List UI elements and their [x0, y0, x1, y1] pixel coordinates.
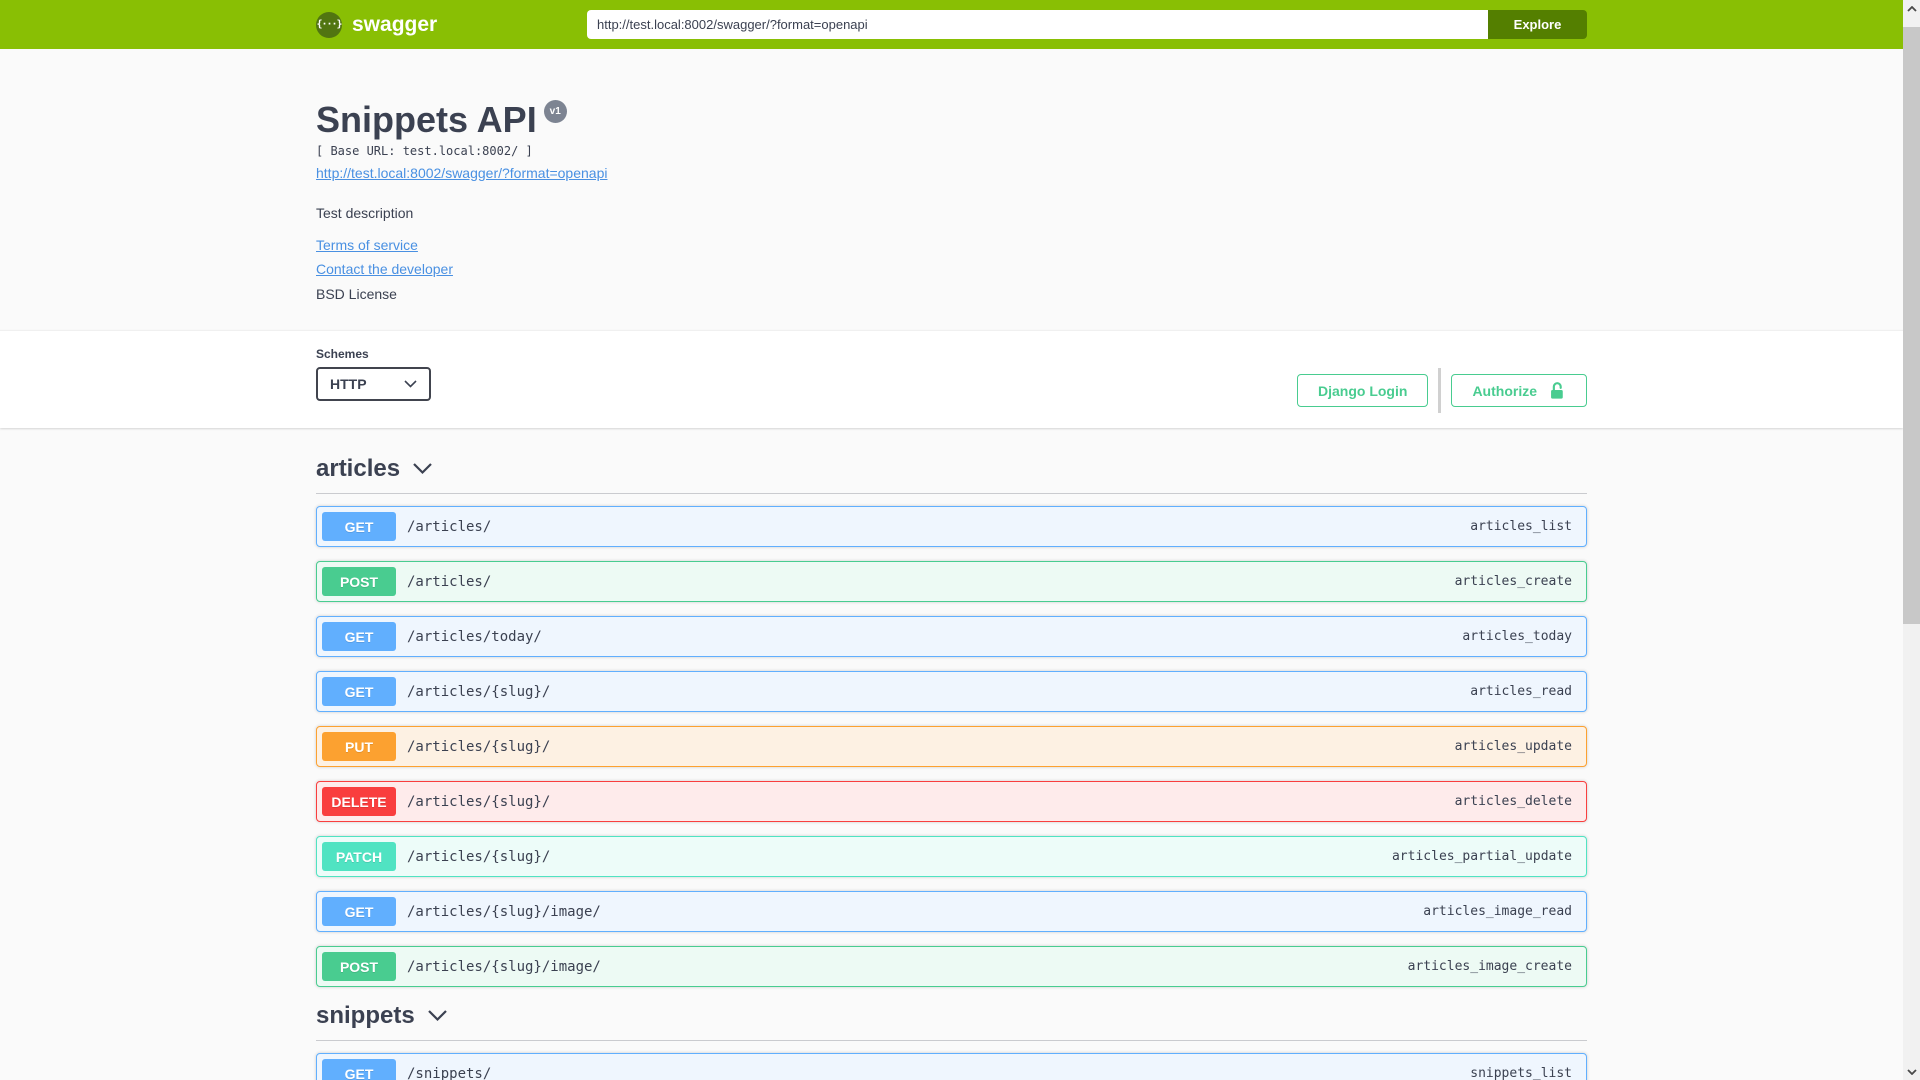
section-operations: GET /articles/ articles_list POST /artic…: [316, 494, 1587, 987]
api-description: Test description: [316, 205, 414, 221]
operation-path: /snippets/: [407, 1065, 492, 1080]
operation-row[interactable]: DELETE /articles/{slug}/ articles_delete: [316, 781, 1587, 822]
operation-row[interactable]: GET /articles/{slug}/image/ articles_ima…: [316, 891, 1587, 932]
operation-id: articles_image_read: [1423, 904, 1572, 919]
operation-id: articles_image_create: [1407, 959, 1572, 974]
chevron-down-icon: [427, 1010, 447, 1022]
operation-id: articles_delete: [1454, 794, 1572, 809]
info-section: Snippets API v1 [ Base URL: test.local:8…: [0, 49, 1903, 330]
operation-row[interactable]: GET /snippets/ snippets_list: [316, 1053, 1587, 1080]
api-title-text: Snippets API: [316, 99, 537, 140]
scrollbar-thumb[interactable]: [1903, 27, 1920, 624]
authorize-button[interactable]: Authorize: [1451, 374, 1587, 407]
tag-header-snippets[interactable]: snippets: [316, 1001, 1587, 1041]
operation-id: articles_list: [1470, 519, 1572, 534]
method-badge: POST: [322, 952, 396, 981]
method-badge: GET: [322, 677, 396, 706]
swagger-logo-text: swagger: [352, 12, 438, 36]
tag-section: snippets GET /snippets/ snippets_list: [316, 1001, 1587, 1080]
method-badge: GET: [322, 1059, 396, 1080]
operation-path: /articles/{slug}/image/: [407, 903, 601, 920]
section-title: snippets: [316, 1002, 415, 1029]
vertical-scrollbar[interactable]: [1903, 0, 1920, 1080]
operation-id: articles_read: [1470, 684, 1572, 699]
operation-row[interactable]: POST /articles/ articles_create: [316, 561, 1587, 602]
section-title: articles: [316, 455, 401, 482]
swagger-ui-app: {···} swagger Explore Snippets API v1 [ …: [0, 0, 1920, 1080]
operation-path: /articles/{slug}/: [407, 793, 551, 810]
operation-path: /articles/{slug}/: [407, 738, 551, 755]
operation-row[interactable]: POST /articles/{slug}/image/ articles_im…: [316, 946, 1587, 987]
authorize-label: Authorize: [1472, 382, 1537, 399]
terms-of-service-link[interactable]: Terms of service: [316, 237, 418, 253]
schemes-group: Schemes HTTP: [316, 347, 431, 401]
method-badge: DELETE: [322, 787, 396, 816]
auth-wrapper: Django Login Authorize: [1297, 368, 1587, 413]
operation-id: articles_today: [1462, 629, 1572, 644]
schemes-label: Schemes: [316, 347, 369, 361]
operation-path: /articles/: [407, 518, 492, 535]
license-text: BSD License: [316, 286, 397, 302]
operations-section: articles GET /articles/ articles_list PO…: [0, 428, 1903, 1080]
operation-id: articles_partial_update: [1391, 849, 1572, 864]
operation-path: /articles/: [407, 573, 492, 590]
section-operations: GET /snippets/ snippets_list: [316, 1041, 1587, 1080]
operation-row[interactable]: GET /articles/ articles_list: [316, 506, 1587, 547]
django-login-button[interactable]: Django Login: [1297, 374, 1429, 407]
version-badge: v1: [543, 100, 567, 123]
operation-row[interactable]: GET /articles/today/ articles_today: [316, 616, 1587, 657]
download-url-form: Explore: [587, 10, 1587, 39]
method-badge: PUT: [322, 732, 396, 761]
operation-path: /articles/{slug}/: [407, 848, 551, 865]
contact-developer-link[interactable]: Contact the developer: [316, 261, 453, 277]
explore-button[interactable]: Explore: [1488, 10, 1587, 39]
page-title: Snippets API v1: [316, 99, 1587, 140]
auth-divider: [1438, 368, 1442, 413]
operation-id: snippets_list: [1470, 1066, 1572, 1080]
method-badge: POST: [322, 567, 396, 596]
swagger-logo-icon: {···}: [316, 11, 343, 38]
unlocked-padlock-icon: [1551, 382, 1563, 399]
scheme-selected-value: HTTP: [330, 376, 367, 392]
tag-section: articles GET /articles/ articles_list PO…: [316, 454, 1587, 987]
scheme-section: Schemes HTTP Django Login Authorize: [0, 330, 1903, 428]
operation-path: /articles/{slug}/image/: [407, 958, 601, 975]
scheme-select[interactable]: HTTP: [316, 367, 431, 401]
django-login-label: Django Login: [1318, 382, 1408, 399]
tag-header-articles[interactable]: articles: [316, 454, 1587, 494]
scrollbar-down-arrow-icon[interactable]: [1903, 1063, 1920, 1080]
operation-id: articles_create: [1454, 574, 1572, 589]
operation-row[interactable]: PUT /articles/{slug}/ articles_update: [316, 726, 1587, 767]
method-badge: GET: [322, 512, 396, 541]
topbar: {···} swagger Explore: [0, 0, 1903, 49]
spec-link[interactable]: http://test.local:8002/swagger/?format=o…: [316, 165, 607, 181]
base-url: [ Base URL: test.local:8002/ ]: [316, 144, 533, 158]
operation-row[interactable]: GET /articles/{slug}/ articles_read: [316, 671, 1587, 712]
method-badge: GET: [322, 622, 396, 651]
operation-id: articles_update: [1454, 739, 1572, 754]
operation-row[interactable]: PATCH /articles/{slug}/ articles_partial…: [316, 836, 1587, 877]
chevron-down-icon: [404, 380, 417, 388]
operation-path: /articles/{slug}/: [407, 683, 551, 700]
operations-area: articles GET /articles/ articles_list PO…: [316, 454, 1587, 1080]
spec-url-input[interactable]: [587, 10, 1488, 39]
scrollbar-up-arrow-icon[interactable]: [1903, 0, 1920, 17]
chevron-down-icon: [413, 463, 432, 475]
method-badge: PATCH: [322, 842, 396, 871]
method-badge: GET: [322, 897, 396, 926]
operation-path: /articles/today/: [407, 628, 542, 645]
swagger-logo[interactable]: {···} swagger: [316, 11, 438, 38]
